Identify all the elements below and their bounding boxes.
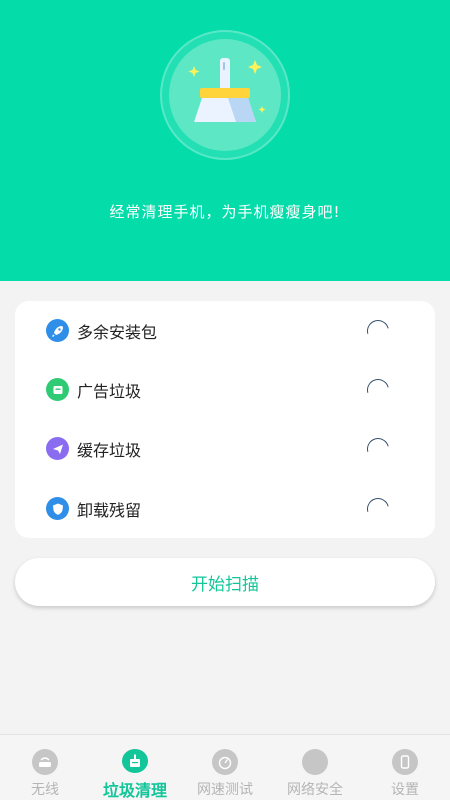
ad-icon [46, 378, 69, 401]
network-security-icon [302, 749, 328, 775]
scan-item-label: 多余安装包 [77, 322, 158, 342]
broom-icon [188, 58, 266, 122]
tab-label: 无线 [31, 782, 59, 798]
hero-slogan: 经常清理手机，为手机瘦瘦身吧! [109, 203, 341, 221]
broom-icon [122, 749, 148, 773]
scan-item-residual[interactable]: 卸载残留 [15, 479, 435, 538]
scan-item-label: 缓存垃圾 [77, 440, 142, 460]
tab-wireless[interactable]: 无线 [0, 735, 90, 800]
tab-speed-test[interactable]: 网速测试 [180, 735, 270, 800]
scan-item-apk[interactable]: 多余安装包 [15, 301, 435, 360]
tab-label: 垃圾清理 [102, 781, 167, 800]
rocket-icon [46, 319, 69, 342]
bottom-tab-bar: 无线 垃圾清理 网速测试 网络安全 设置 [0, 734, 450, 800]
loading-spinner-icon [362, 315, 394, 346]
scan-item-label: 卸载残留 [77, 500, 142, 520]
phone-settings-icon [392, 749, 418, 775]
tab-label: 设置 [391, 782, 419, 798]
tab-settings[interactable]: 设置 [360, 735, 450, 800]
hero-header: 经常清理手机，为手机瘦瘦身吧! [0, 0, 450, 281]
scan-item-label: 广告垃圾 [77, 381, 142, 401]
tab-label: 网络安全 [287, 782, 343, 798]
shield-icon [46, 497, 69, 520]
loading-spinner-icon [362, 433, 394, 464]
scan-items-card: 多余安装包 广告垃圾 缓存垃圾 卸载残留 [15, 301, 435, 538]
tab-network-security[interactable]: 网络安全 [270, 735, 360, 800]
wifi-router-icon [32, 749, 58, 775]
tab-junk-clean[interactable]: 垃圾清理 [90, 735, 180, 800]
loading-spinner-icon [362, 493, 394, 524]
send-icon [46, 437, 69, 460]
scan-item-ad[interactable]: 广告垃圾 [15, 360, 435, 419]
scan-item-cache[interactable]: 缓存垃圾 [15, 419, 435, 478]
start-scan-button[interactable]: 开始扫描 [15, 558, 435, 606]
tab-label: 网速测试 [197, 782, 253, 798]
speedometer-icon [212, 749, 238, 775]
loading-spinner-icon [362, 374, 394, 405]
